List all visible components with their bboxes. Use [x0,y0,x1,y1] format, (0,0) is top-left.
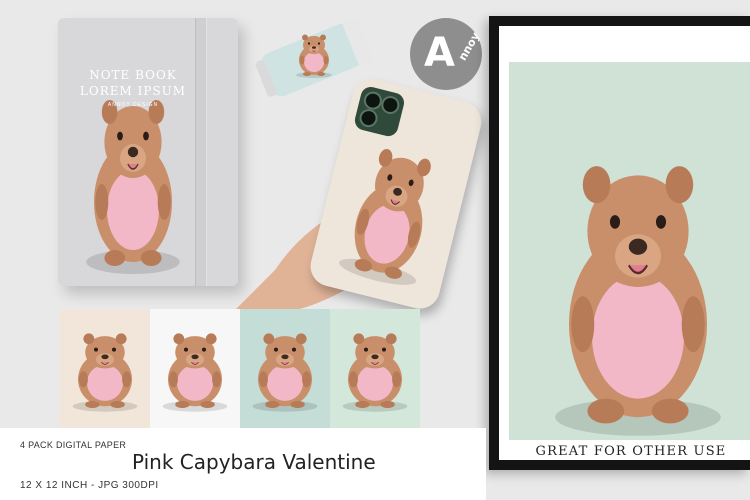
poster-mat: GREAT FOR OTHER USE [499,26,750,460]
notebook-subtitle: ANNOY DESIGN [107,102,159,108]
phone-case-mockup [306,75,486,313]
notebook-title-line2: LOREM IPSUM [79,84,187,98]
tile-capybara-2 [162,332,228,413]
notebook-title-line1: NOTE BOOK [89,68,177,82]
tile-green [330,309,420,428]
product-info-strip: 4 PACK DIGITAL PAPER Pink Capybara Valen… [0,428,486,500]
product-specs: 12 X 12 INCH - JPG 300DPI [20,480,159,491]
logo-text: nnoy [455,30,483,63]
logo-a-glyph: A [424,30,455,76]
notebook-capybara-illustration [85,99,181,275]
tile-white [150,309,240,428]
poster-caption: GREAT FOR OTHER USE [535,444,727,459]
framed-poster: GREAT FOR OTHER USE [489,16,750,470]
tile-mint [240,309,330,428]
tile-capybara-3 [252,332,318,413]
poster-capybara-illustration [553,164,723,438]
notebook-mockup: NOTE BOOK LOREM IPSUM ANNOY DESIGN [58,18,238,286]
product-title: Pink Capybara Valentine [132,450,376,474]
pack-label: 4 PACK DIGITAL PAPER [20,440,127,450]
annoy-logo: A nnoy [410,18,482,90]
tile-cream [60,309,150,428]
tile-capybara-1 [72,332,138,413]
poster-artwork [509,62,750,440]
tile-capybara-4 [342,332,408,413]
notebook-elastic-band [195,18,207,286]
